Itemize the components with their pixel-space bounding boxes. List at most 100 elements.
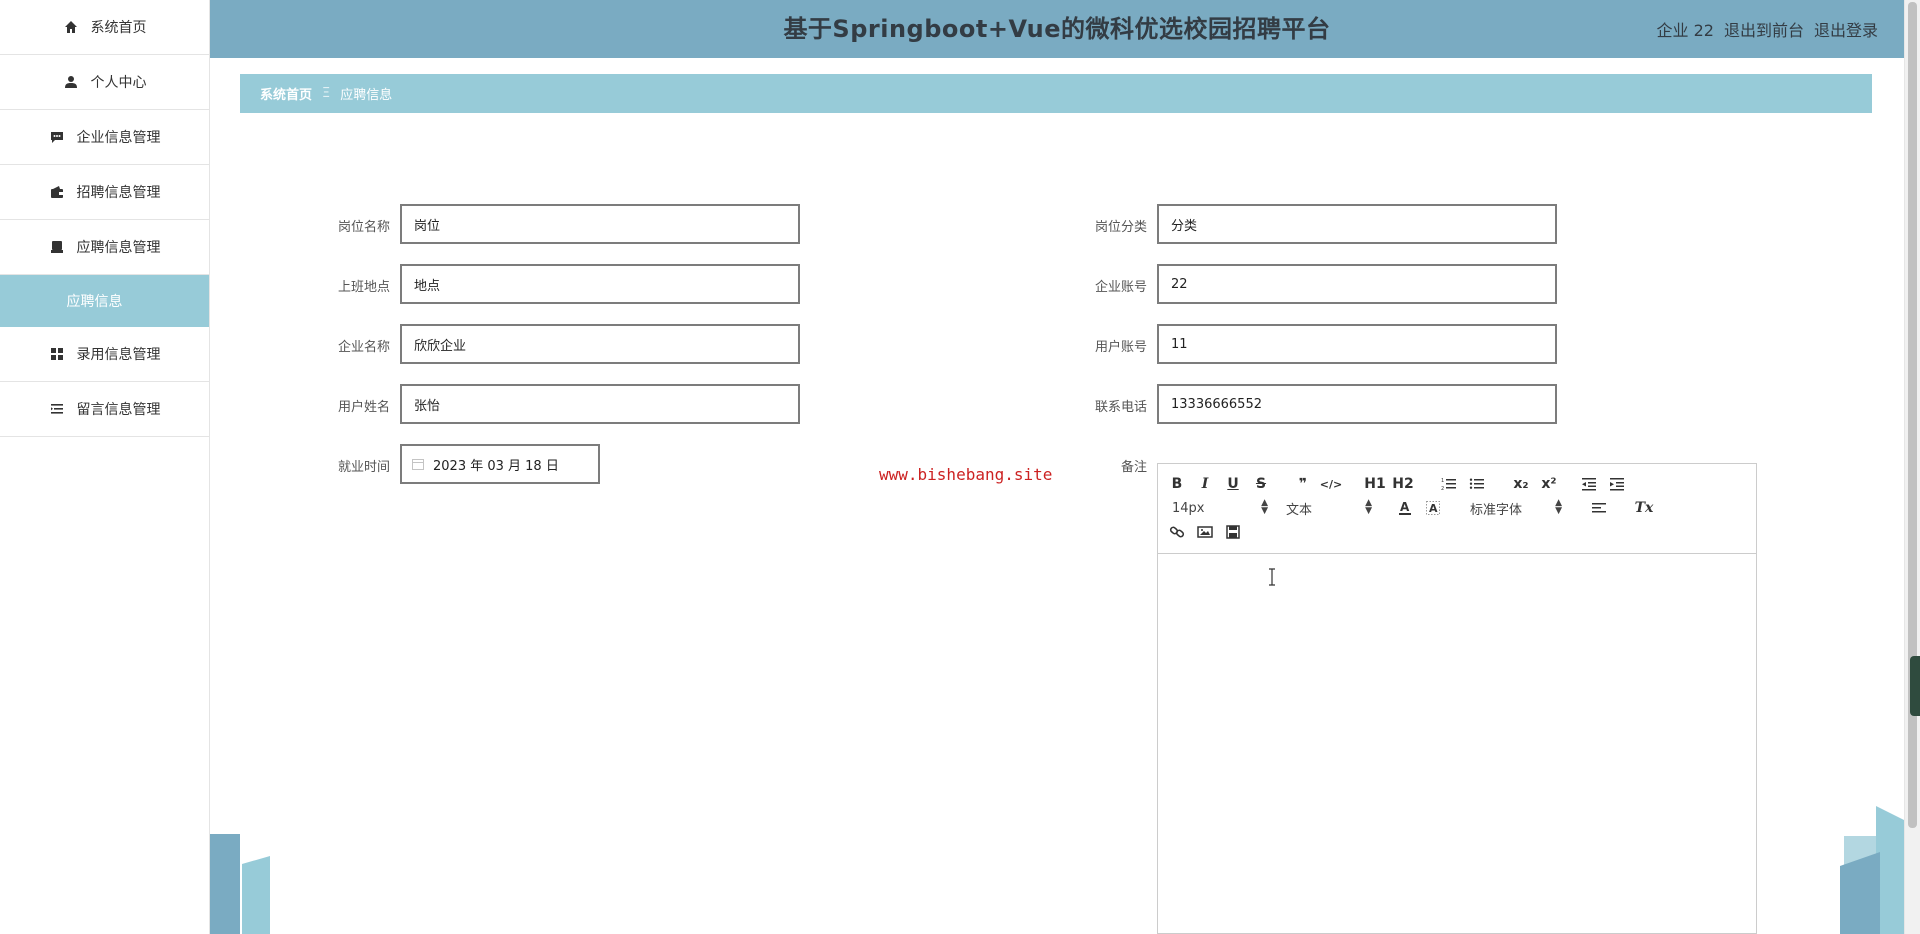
logout-link[interactable]: 退出登录 <box>1814 17 1878 41</box>
svg-text:1: 1 <box>1441 478 1444 484</box>
user-name-input[interactable] <box>400 384 800 424</box>
company-name-input[interactable] <box>400 324 800 364</box>
job-category-input[interactable] <box>1157 204 1557 244</box>
svg-text:A: A <box>1429 502 1438 515</box>
italic-button[interactable]: I <box>1196 474 1214 494</box>
back-to-front-link[interactable]: 退出到前台 <box>1724 17 1804 41</box>
font-size-select[interactable]: 14px ▲ ▼ <box>1172 498 1268 518</box>
side-panel-handle[interactable] <box>1910 656 1920 716</box>
sidebar-item-label: 应聘信息管理 <box>76 240 161 256</box>
sidebar-subitem-application[interactable]: 应聘信息 <box>0 275 209 327</box>
text-style-select[interactable]: 文本 ▲ ▼ <box>1286 498 1372 518</box>
editor-toolbar: B I U S ❞ </> H1 H2 12 x₂ x² 14px ▲ ▼ 文本 … <box>1158 464 1756 554</box>
indent-icon <box>1610 478 1624 491</box>
employ-time-label: 就业时间 <box>337 460 390 475</box>
header2-button[interactable]: H2 <box>1392 474 1414 494</box>
current-user: 企业 22 <box>1656 21 1714 40</box>
home-icon <box>63 19 79 35</box>
remark-label: 备注 <box>1120 460 1147 475</box>
bullet-list-button[interactable] <box>1468 474 1486 494</box>
outdent-icon <box>1582 478 1596 491</box>
company-account-label: 企业账号 <box>1094 280 1147 295</box>
sidebar-item-label: 个人中心 <box>90 75 147 91</box>
font-family-value: 标准字体 <box>1470 502 1523 518</box>
phone-input[interactable] <box>1157 384 1557 424</box>
breadcrumb: 系统首页 Ξ 应聘信息 <box>240 74 1872 113</box>
sidebar-item-personal-center[interactable]: 个人中心 <box>0 55 209 110</box>
sidebar-item-home[interactable]: 系统首页 <box>0 0 209 55</box>
company-account-input[interactable] <box>1157 264 1557 304</box>
sidebar-item-label: 录用信息管理 <box>76 347 161 363</box>
breadcrumb-separator: Ξ <box>322 86 331 101</box>
text-style-value: 文本 <box>1286 502 1313 518</box>
font-size-value: 14px <box>1172 500 1205 516</box>
sidebar-item-hire-info[interactable]: 录用信息管理 <box>0 327 209 382</box>
svg-text:A: A <box>1400 500 1410 514</box>
work-location-input[interactable] <box>400 264 800 304</box>
select-arrows-icon: ▲ ▼ <box>1365 498 1372 516</box>
remark-rich-text-editor[interactable]: B I U S ❞ </> H1 H2 12 x₂ x² 14px ▲ ▼ 文本 … <box>1157 463 1757 934</box>
sidebar-item-application-info[interactable]: 应聘信息管理 <box>0 220 209 275</box>
job-name-label: 岗位名称 <box>337 220 390 235</box>
indent-button[interactable] <box>1608 474 1626 494</box>
sidebar-item-label: 系统首页 <box>90 20 147 36</box>
work-location-label: 上班地点 <box>337 280 390 295</box>
select-arrows-icon: ▲ ▼ <box>1261 498 1268 516</box>
image-button[interactable] <box>1196 522 1214 542</box>
link-icon <box>1169 526 1185 538</box>
calendar-icon <box>412 458 424 470</box>
strike-button[interactable]: S <box>1252 474 1270 494</box>
superscript-button[interactable]: x² <box>1538 474 1560 494</box>
scrollbar[interactable] <box>1904 0 1920 934</box>
sidebar-item-company-info[interactable]: 企业信息管理 <box>0 110 209 165</box>
sidebar-item-recruit-info[interactable]: 招聘信息管理 <box>0 165 209 220</box>
watermark-text: www.bishebang.site <box>879 465 1053 484</box>
outdent-button[interactable] <box>1580 474 1598 494</box>
background-color-button[interactable]: A <box>1424 498 1442 518</box>
align-left-icon <box>1592 503 1606 513</box>
sidebar-item-message-info[interactable]: 留言信息管理 <box>0 382 209 437</box>
employ-time-value: 2023 年 03 月 18 日 <box>433 458 559 474</box>
underline-button[interactable]: U <box>1224 474 1242 494</box>
employ-time-date-picker[interactable]: 2023 年 03 月 18 日 <box>400 444 600 484</box>
subscript-button[interactable]: x₂ <box>1510 474 1532 494</box>
job-category-label: 岗位分类 <box>1094 220 1147 235</box>
decorative-shape-right <box>1840 806 1904 934</box>
select-arrows-icon: ▲ ▼ <box>1555 498 1562 516</box>
user-name-label: 用户姓名 <box>337 400 390 415</box>
bullet-list-icon <box>1469 478 1484 489</box>
grid-icon <box>49 346 65 362</box>
ordered-list-icon: 12 <box>1441 478 1456 491</box>
sidebar-item-label: 留言信息管理 <box>76 402 161 418</box>
link-button[interactable] <box>1168 522 1186 542</box>
text-cursor-icon <box>1269 568 1275 586</box>
clean-format-button[interactable]: Tx <box>1634 498 1654 518</box>
background-color-icon: A <box>1426 501 1440 515</box>
sidebar-subitem-label: 应聘信息 <box>66 294 123 310</box>
align-button[interactable] <box>1590 498 1608 518</box>
video-button[interactable] <box>1224 522 1242 542</box>
header1-button[interactable]: H1 <box>1364 474 1386 494</box>
monitor-icon <box>49 239 65 255</box>
sidebar-item-label: 招聘信息管理 <box>76 185 161 201</box>
user-icon <box>63 74 79 90</box>
user-account-input[interactable] <box>1157 324 1557 364</box>
font-family-select[interactable]: 标准字体 ▲ ▼ <box>1470 498 1562 518</box>
job-name-input[interactable] <box>400 204 800 244</box>
top-bar: 基于Springboot+Vue的微科优选校园招聘平台 企业 22 退出到前台 … <box>210 0 1904 58</box>
image-icon <box>1197 526 1213 538</box>
phone-label: 联系电话 <box>1094 400 1147 415</box>
wallet-icon <box>49 184 65 200</box>
blockquote-button[interactable]: ❞ <box>1294 474 1312 494</box>
font-color-icon: A <box>1399 500 1411 515</box>
user-menu: 企业 22 退出到前台 退出登录 <box>1647 0 1878 58</box>
list-icon <box>49 401 65 417</box>
sidebar-item-label: 企业信息管理 <box>76 130 161 146</box>
code-block-button[interactable]: </> <box>1320 474 1342 494</box>
breadcrumb-home[interactable]: 系统首页 <box>260 84 312 103</box>
svg-text:2: 2 <box>1441 486 1444 491</box>
ordered-list-button[interactable]: 12 <box>1440 474 1458 494</box>
company-name-label: 企业名称 <box>337 340 390 355</box>
bold-button[interactable]: B <box>1168 474 1186 494</box>
font-color-button[interactable]: A <box>1396 498 1414 518</box>
